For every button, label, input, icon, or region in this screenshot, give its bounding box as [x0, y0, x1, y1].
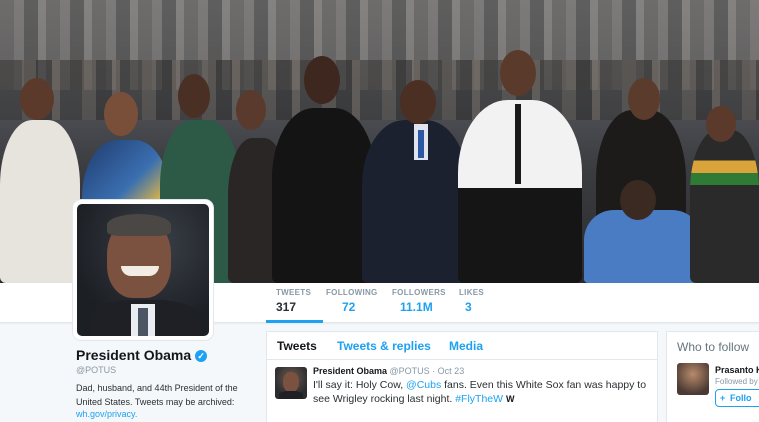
- follow-plus-icon: +: [720, 393, 726, 403]
- tweet-mention-link[interactable]: @Cubs: [406, 379, 441, 391]
- timeline: Tweets Tweets & replies Media President …: [266, 331, 658, 422]
- tweet-header: President Obama @POTUS · Oct 23: [313, 366, 464, 376]
- profile-name-text: President Obama: [76, 347, 192, 363]
- stat-label: FOLLOWERS: [392, 288, 446, 297]
- stat-tweets[interactable]: TWEETS 317: [265, 288, 324, 323]
- stat-following[interactable]: FOLLOWING 72: [326, 288, 378, 314]
- who-to-follow-title: Who to follow: [677, 340, 750, 354]
- tab-media[interactable]: Media: [449, 339, 483, 353]
- suggested-user-avatar[interactable]: [677, 363, 709, 395]
- verified-badge-icon: ✓: [195, 350, 208, 362]
- timeline-tabs: Tweets Tweets & replies Media: [267, 332, 657, 360]
- who-to-follow: Who to follow Prasanto K Followed by + F…: [666, 331, 759, 422]
- stat-value: 11.1M: [400, 300, 433, 314]
- stat-label: FOLLOWING: [326, 288, 378, 297]
- suggested-user-followed-by: Followed by: [715, 377, 758, 386]
- follow-button[interactable]: + Follo: [715, 389, 759, 407]
- tweet-avatar[interactable]: [275, 367, 307, 399]
- stat-value: 317: [276, 300, 297, 314]
- profile-handle: @POTUS: [76, 365, 117, 375]
- follow-button-label: Follo: [730, 393, 752, 403]
- tweet-text: I'll say it: Holy Cow, @Cubs fans. Even …: [313, 378, 653, 406]
- suggested-user-name[interactable]: Prasanto K: [715, 365, 759, 375]
- profile-bio: Dad, husband, and 44th President of the …: [76, 383, 238, 407]
- stat-label: LIKES: [459, 288, 485, 297]
- stat-likes[interactable]: LIKES 3: [459, 288, 484, 314]
- stat-value: 3: [465, 300, 472, 314]
- cubs-w-emoji-icon: W: [505, 394, 515, 404]
- tweet-hashtag-link[interactable]: #FlyTheW: [455, 393, 503, 405]
- stat-value: 72: [342, 300, 356, 314]
- avatar: [77, 204, 209, 336]
- profile-name[interactable]: President Obama ✓: [76, 347, 208, 363]
- profile-link[interactable]: wh.gov/privacy.: [76, 409, 137, 419]
- stat-followers[interactable]: FOLLOWERS 11.1M: [392, 288, 446, 314]
- tweet-author-name[interactable]: President Obama: [313, 366, 387, 376]
- tweet-meta: @POTUS · Oct 23: [389, 366, 465, 376]
- tab-tweets[interactable]: Tweets: [277, 339, 317, 353]
- profile-avatar[interactable]: [73, 200, 213, 340]
- tweet-text-part: I'll say it: Holy Cow,: [313, 379, 407, 391]
- stat-label: TWEETS: [276, 288, 312, 297]
- tab-tweets-replies[interactable]: Tweets & replies: [337, 339, 431, 353]
